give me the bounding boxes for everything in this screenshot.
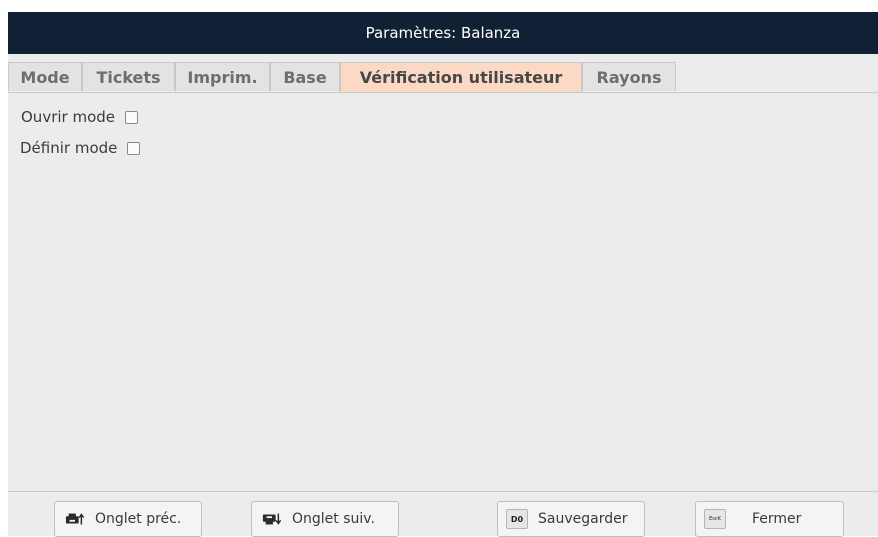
option-row-open-mode: Ouvrir mode: [21, 107, 138, 127]
prev-tab-label: Onglet préc.: [95, 511, 182, 527]
define-mode-label: Définir mode: [20, 139, 118, 157]
title-bar: Paramètres: Balanza: [8, 12, 878, 54]
bottom-button-bar: Onglet préc. Onglet suiv. D0 Sauvegarder…: [8, 491, 878, 537]
settings-window: Paramètres: Balanza Mode Tickets Imprim.…: [8, 12, 878, 537]
tab-bar: Mode Tickets Imprim. Base Vérification u…: [8, 62, 878, 93]
next-tab-label: Onglet suiv.: [292, 511, 375, 527]
tab-mode[interactable]: Mode: [8, 62, 82, 91]
tab-tickets[interactable]: Tickets: [82, 62, 175, 91]
save-button[interactable]: D0 Sauvegarder: [497, 501, 645, 537]
close-key-label: EscK: [709, 516, 721, 522]
option-row-define-mode: Définir mode: [20, 138, 141, 158]
printer-up-icon: [65, 511, 85, 527]
tab-imprim[interactable]: Imprim.: [175, 62, 270, 91]
define-mode-checkbox[interactable]: [127, 141, 141, 155]
tab-verification-utilisateur[interactable]: Vérification utilisateur: [340, 62, 582, 92]
options-panel: Ouvrir mode Définir mode: [8, 93, 878, 491]
window-title: Paramètres: Balanza: [365, 24, 521, 42]
close-label: Fermer: [752, 511, 802, 527]
save-key-label: D0: [510, 514, 524, 524]
open-mode-checkbox[interactable]: [125, 110, 138, 124]
save-key-icon: D0: [506, 509, 528, 529]
tab-base[interactable]: Base: [270, 62, 340, 91]
printer-down-icon: [262, 511, 282, 527]
close-button[interactable]: EscK Fermer: [695, 501, 844, 537]
save-label: Sauvegarder: [538, 511, 628, 527]
tab-rayons[interactable]: Rayons: [582, 62, 676, 91]
prev-tab-button[interactable]: Onglet préc.: [54, 501, 202, 537]
esc-key-icon: EscK: [704, 509, 726, 529]
open-mode-label: Ouvrir mode: [21, 108, 115, 126]
next-tab-button[interactable]: Onglet suiv.: [251, 501, 399, 537]
